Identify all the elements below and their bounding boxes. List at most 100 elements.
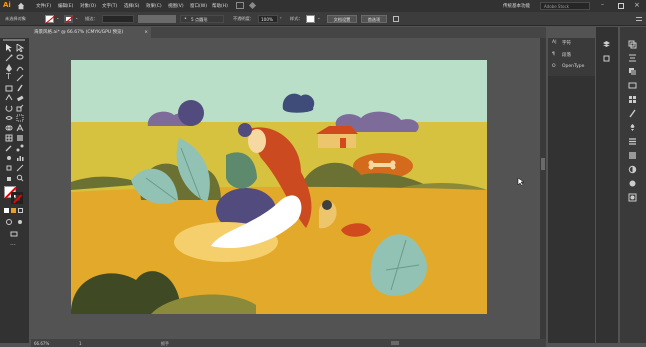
chevron-right-icon[interactable]: › <box>280 15 282 20</box>
draw-inside-icon[interactable] <box>16 218 24 226</box>
color-mode-icon[interactable] <box>4 208 9 213</box>
transform-icon[interactable] <box>628 40 637 49</box>
brush-definition[interactable]: • 5 点圆形 <box>180 15 224 23</box>
zoom-level[interactable]: 66.67% <box>34 341 49 346</box>
home-icon[interactable] <box>17 2 25 10</box>
workspace-switcher[interactable]: 传统基本功能 <box>503 3 530 9</box>
rotate-tool-icon[interactable] <box>5 104 13 112</box>
artboard[interactable] <box>71 60 487 314</box>
graphic-styles-icon[interactable] <box>628 193 637 202</box>
shaper-tool-icon[interactable] <box>5 94 13 102</box>
magic-wand-tool-icon[interactable] <box>5 54 13 62</box>
panel-item-paragraph[interactable]: 段落 <box>562 52 571 58</box>
chevron-down-icon[interactable]: ⌄ <box>75 15 79 20</box>
opentype-icon[interactable]: O <box>552 64 556 69</box>
free-transform-tool-icon[interactable] <box>16 114 24 122</box>
stroke-color-box[interactable] <box>11 192 23 204</box>
chevron-down-icon[interactable]: ⌄ <box>317 15 321 20</box>
type-tool-icon[interactable]: T <box>6 72 11 81</box>
variable-width-profile[interactable] <box>138 15 176 23</box>
scale-tool-icon[interactable] <box>16 104 24 112</box>
menu-window[interactable]: 窗口(W) <box>190 3 207 9</box>
artboard-number[interactable]: 1 <box>79 341 82 346</box>
menu-object[interactable]: 对象(O) <box>80 3 96 9</box>
hand-tool-icon[interactable] <box>5 174 13 182</box>
menu-view[interactable]: 视图(V) <box>168 3 184 9</box>
document-setup-button[interactable]: 文档设置 <box>327 15 357 23</box>
drawing-mode-icon[interactable] <box>5 218 13 226</box>
menu-file[interactable]: 文件(F) <box>36 3 51 9</box>
scrollbar-thumb[interactable] <box>541 158 545 170</box>
menu-type[interactable]: 文字(T) <box>102 3 117 9</box>
panel-menu-icon[interactable] <box>636 17 642 21</box>
none-mode-icon[interactable] <box>18 208 23 213</box>
character-icon[interactable]: A| <box>552 40 557 45</box>
rectangle-tool-icon[interactable] <box>5 84 13 92</box>
vertical-scrollbar[interactable] <box>540 38 546 339</box>
appearance-icon[interactable] <box>628 179 637 188</box>
paragraph-icon[interactable]: ¶ <box>552 52 555 57</box>
minimize-button[interactable]: – <box>601 1 604 8</box>
close-tab-icon[interactable]: × <box>144 27 148 38</box>
menu-select[interactable]: 选择(S) <box>124 3 139 9</box>
curvature-tool-icon[interactable] <box>16 64 24 72</box>
perspective-grid-tool-icon[interactable] <box>16 124 24 132</box>
document-tab[interactable]: 海景风格.ai* @ 66.67% (CMYK/GPU 预览) × <box>31 27 151 38</box>
shape-builder-tool-icon[interactable] <box>5 124 13 132</box>
panel-item-character[interactable]: 字符 <box>562 40 571 46</box>
layers-icon[interactable] <box>602 40 611 49</box>
transparency-icon[interactable] <box>628 165 637 174</box>
chevron-down-icon[interactable]: ⌄ <box>56 15 60 20</box>
lasso-tool-icon[interactable] <box>16 54 24 62</box>
selection-tool-icon[interactable] <box>5 44 13 52</box>
eyedropper-tool-icon[interactable] <box>5 144 13 152</box>
symbols-icon[interactable] <box>628 123 637 132</box>
close-button[interactable]: × <box>634 1 640 9</box>
zoom-tool-icon[interactable] <box>16 174 24 182</box>
more-tools-icon[interactable]: ··· <box>10 242 16 249</box>
stroke-panel-icon[interactable] <box>628 137 637 146</box>
arrange-icon[interactable] <box>236 2 244 9</box>
stroke-swatch[interactable] <box>64 15 74 23</box>
gradient-tool-icon[interactable] <box>16 134 24 142</box>
panel-item-opentype[interactable]: OpenType <box>562 64 584 69</box>
menu-help[interactable]: 帮助(H) <box>212 3 228 9</box>
canvas-area[interactable] <box>31 38 539 339</box>
color-guide-icon[interactable] <box>628 81 637 90</box>
graph-tool-icon[interactable] <box>16 154 24 162</box>
swatches-icon[interactable] <box>628 95 637 104</box>
preferences-button[interactable]: 首选项 <box>361 15 387 23</box>
mesh-tool-icon[interactable] <box>5 134 13 142</box>
current-tool-status: 抓手 <box>161 341 169 346</box>
brush-icon[interactable] <box>248 1 257 10</box>
horizontal-scrollbar-thumb[interactable] <box>391 341 399 345</box>
opacity-field[interactable]: 100% <box>258 15 278 23</box>
direct-selection-tool-icon[interactable] <box>16 44 24 52</box>
graphic-style-swatch[interactable] <box>306 15 315 23</box>
artboard-tool-icon[interactable] <box>5 164 13 172</box>
artboards-icon[interactable] <box>602 54 611 63</box>
fill-swatch[interactable] <box>45 15 56 24</box>
paintbrush-tool-icon[interactable] <box>16 84 24 92</box>
stroke-weight-field[interactable] <box>102 15 134 23</box>
gradient-panel-icon[interactable] <box>628 151 637 160</box>
screen-mode-icon[interactable] <box>10 230 18 238</box>
line-tool-icon[interactable] <box>16 74 24 82</box>
brushes-icon[interactable] <box>628 109 637 118</box>
pathfinder-icon[interactable] <box>628 67 637 76</box>
slice-tool-icon[interactable] <box>16 164 24 172</box>
pen-tool-icon[interactable] <box>5 64 13 72</box>
tools-panel: T ··· <box>0 38 29 343</box>
app-logo: Ai <box>3 1 11 9</box>
symbol-sprayer-tool-icon[interactable] <box>5 154 13 162</box>
menu-edit[interactable]: 编辑(E) <box>58 3 73 9</box>
menu-effect[interactable]: 效果(C) <box>146 3 162 9</box>
eraser-tool-icon[interactable] <box>16 94 24 102</box>
width-tool-icon[interactable] <box>5 114 13 122</box>
gradient-mode-icon[interactable] <box>11 208 16 213</box>
blend-tool-icon[interactable] <box>16 144 24 152</box>
search-field[interactable]: Adobe Stock <box>540 2 590 10</box>
maximize-button[interactable] <box>618 3 624 9</box>
arrange-documents-icon[interactable] <box>393 16 399 22</box>
align-icon[interactable] <box>628 53 637 62</box>
